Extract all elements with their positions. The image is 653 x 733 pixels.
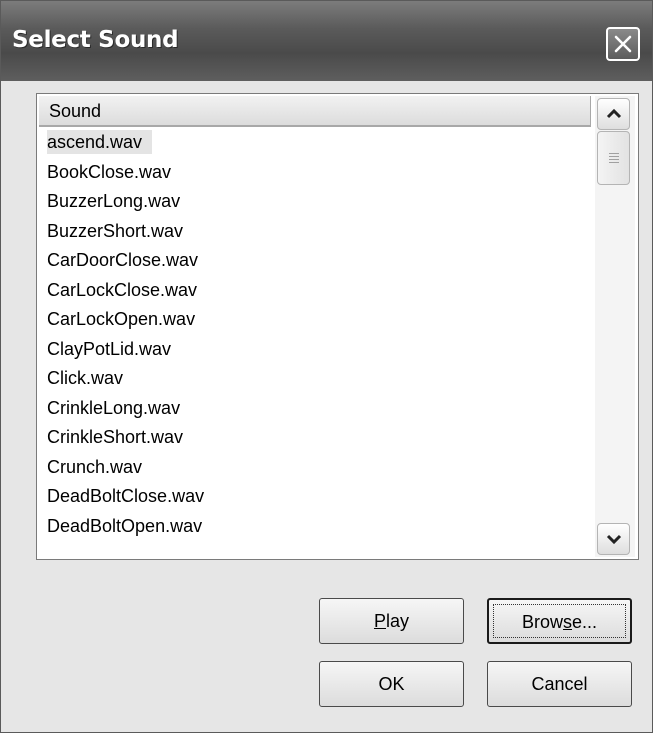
list-item-label: BuzzerShort.wav <box>47 220 184 241</box>
scroll-up-button[interactable] <box>597 98 630 130</box>
list-item-label: BuzzerLong.wav <box>47 191 181 211</box>
close-button[interactable] <box>606 27 640 61</box>
list-item[interactable]: CrinkleLong.wav <box>39 394 597 424</box>
list-item-label: CarLockClose.wav <box>47 279 198 300</box>
browse-button-label: Browse... <box>521 612 598 632</box>
ok-button-label: OK <box>378 674 405 694</box>
thumb-grip-line <box>609 153 619 154</box>
chevron-down-icon <box>606 534 622 545</box>
cancel-button[interactable]: Cancel <box>487 661 632 707</box>
select-sound-dialog: Select Sound Sound ascend.wav BookClose.… <box>0 0 653 733</box>
list-item-label: ascend.wav <box>47 130 153 154</box>
list-item-label: CrinkleLong.wav <box>47 397 181 418</box>
play-button-label: Play <box>373 611 410 631</box>
list-item[interactable]: BuzzerLong.wav <box>39 187 597 217</box>
thumb-grip-line <box>609 159 619 160</box>
list-item[interactable]: BuzzerShort.wav <box>39 217 597 247</box>
list-item-label: CarLockOpen.wav <box>47 309 196 329</box>
list-item[interactable]: CarDoorClose.wav <box>39 246 597 276</box>
cancel-button-label: Cancel <box>531 674 588 694</box>
list-item-label: Crunch.wav <box>47 456 143 477</box>
scroll-down-button[interactable] <box>597 523 630 555</box>
list-item-label: ClayPotLid.wav <box>47 338 172 359</box>
column-header-label: Sound <box>49 101 102 121</box>
vertical-scrollbar[interactable] <box>595 96 635 557</box>
ok-button[interactable]: OK <box>319 661 464 707</box>
list-item[interactable]: CarLockOpen.wav <box>39 305 597 335</box>
thumb-grip-line <box>609 162 619 163</box>
list-item[interactable]: Crunch.wav <box>39 453 597 483</box>
column-header-sound[interactable]: Sound <box>39 96 591 127</box>
list-item[interactable]: BookClose.wav <box>39 158 597 188</box>
list-item-label: Click.wav <box>47 368 124 388</box>
sound-list-rows: ascend.wav BookClose.wav BuzzerLong.wav … <box>39 128 597 541</box>
list-item-label: CrinkleShort.wav <box>47 427 184 447</box>
sound-list[interactable]: Sound ascend.wav BookClose.wav BuzzerLon… <box>36 93 639 560</box>
play-button[interactable]: Play <box>319 598 464 644</box>
scroll-thumb[interactable] <box>597 131 630 185</box>
list-item[interactable]: CarLockClose.wav <box>39 276 597 306</box>
browse-button[interactable]: Browse... <box>487 598 632 644</box>
title-bar[interactable]: Select Sound <box>1 1 652 81</box>
list-item[interactable]: CrinkleShort.wav <box>39 423 597 453</box>
list-item-label: DeadBoltClose.wav <box>47 486 205 506</box>
list-item-label: DeadBoltOpen.wav <box>47 515 203 536</box>
list-item[interactable]: DeadBoltClose.wav <box>39 482 597 512</box>
dialog-title: Select Sound <box>12 27 179 53</box>
chevron-up-icon <box>606 108 622 119</box>
list-item[interactable]: DeadBoltOpen.wav <box>39 512 597 542</box>
list-item[interactable]: ascend.wav <box>39 128 597 158</box>
list-item[interactable]: ClayPotLid.wav <box>39 335 597 365</box>
close-icon <box>614 35 632 53</box>
list-item-label: BookClose.wav <box>47 161 172 182</box>
thumb-grip-line <box>609 156 619 157</box>
list-item[interactable]: Click.wav <box>39 364 597 394</box>
list-item-label: CarDoorClose.wav <box>47 250 199 270</box>
